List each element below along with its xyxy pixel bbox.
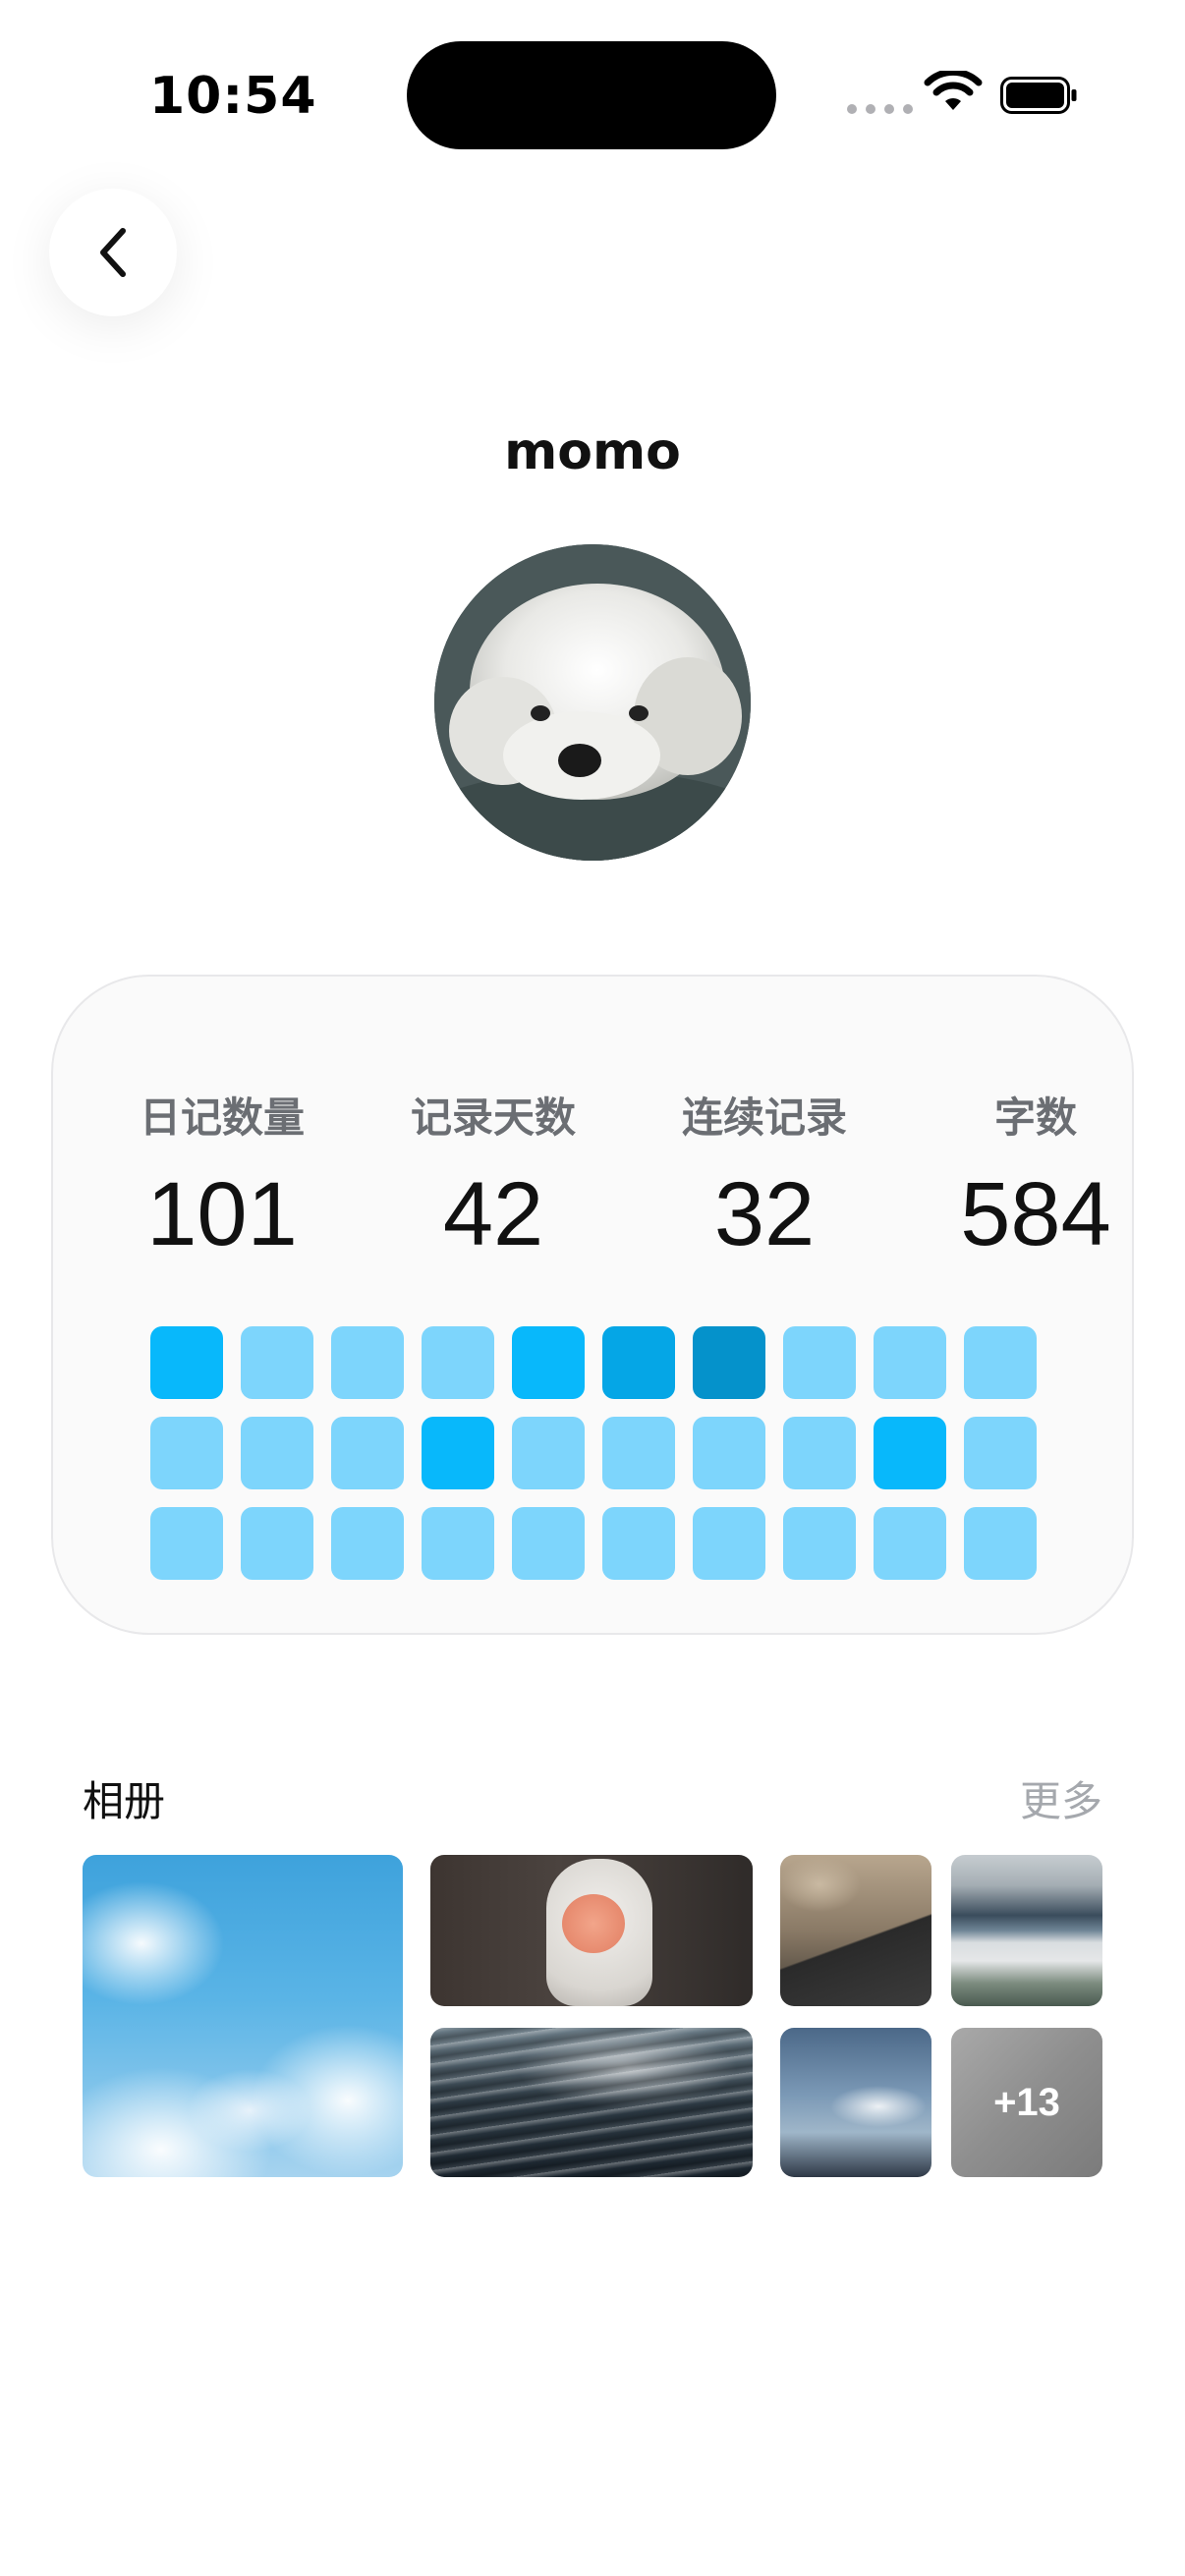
status-time: 10:54 <box>149 67 317 126</box>
activity-cell[interactable] <box>150 1417 223 1489</box>
activity-cell[interactable] <box>241 1417 313 1489</box>
wifi-icon <box>924 71 983 110</box>
activity-cell[interactable] <box>874 1507 946 1580</box>
album-more-photos-tile[interactable]: +13 <box>951 2028 1102 2177</box>
activity-cell[interactable] <box>602 1417 675 1489</box>
puppy-photo <box>434 544 751 861</box>
album-more-link[interactable]: 更多 <box>1020 1768 1102 1828</box>
stat-value: 32 <box>713 1164 816 1264</box>
activity-cell[interactable] <box>602 1326 675 1399</box>
activity-cell[interactable] <box>964 1417 1037 1489</box>
album-photo-laptop[interactable] <box>780 1855 931 2006</box>
activity-cell[interactable] <box>874 1326 946 1399</box>
activity-grid <box>150 1326 1037 1580</box>
stat-value: 42 <box>442 1164 544 1264</box>
activity-cell[interactable] <box>241 1326 313 1399</box>
activity-cell[interactable] <box>964 1326 1037 1399</box>
activity-cell[interactable] <box>783 1417 856 1489</box>
back-button[interactable] <box>49 189 177 316</box>
activity-cell[interactable] <box>693 1326 765 1399</box>
activity-cell[interactable] <box>783 1507 856 1580</box>
album-photo-water[interactable] <box>430 2028 753 2177</box>
activity-cell[interactable] <box>331 1417 404 1489</box>
stat-value: 101 <box>146 1164 298 1264</box>
album-photo-plush-toy[interactable] <box>430 1855 753 2006</box>
activity-cell[interactable] <box>241 1507 313 1580</box>
activity-cell[interactable] <box>331 1326 404 1399</box>
activity-cell[interactable] <box>150 1507 223 1580</box>
cellular-signal-icon <box>847 104 913 114</box>
activity-cell[interactable] <box>512 1417 585 1489</box>
activity-cell[interactable] <box>783 1326 856 1399</box>
stat-value: 584 <box>960 1164 1111 1264</box>
dynamic-island <box>407 41 776 149</box>
activity-cell[interactable] <box>331 1507 404 1580</box>
activity-cell[interactable] <box>512 1326 585 1399</box>
page-title: momo <box>504 422 681 481</box>
activity-cell[interactable] <box>602 1507 675 1580</box>
album-title: 相册 <box>83 1777 166 1825</box>
stats-card: 日记数量 101 记录天数 42 连续记录 32 字数 584 <box>51 975 1134 1635</box>
plush-toy-face <box>562 1894 625 1953</box>
avatar[interactable] <box>434 544 751 861</box>
album-photo-sky[interactable] <box>780 2028 931 2177</box>
stat-label: 字数 <box>993 1093 1077 1142</box>
activity-cell[interactable] <box>693 1507 765 1580</box>
battery-icon <box>1000 77 1077 114</box>
activity-cell[interactable] <box>422 1417 494 1489</box>
chevron-left-icon <box>100 228 126 277</box>
more-photos-count: +13 <box>993 2080 1060 2124</box>
stat-label: 日记数量 <box>139 1093 305 1142</box>
album-photo-lake[interactable] <box>951 1855 1102 2006</box>
activity-cell[interactable] <box>512 1507 585 1580</box>
stat-label: 连续记录 <box>681 1093 847 1142</box>
activity-cell[interactable] <box>874 1417 946 1489</box>
activity-cell[interactable] <box>150 1326 223 1399</box>
activity-cell[interactable] <box>964 1507 1037 1580</box>
album-photo-clouds[interactable] <box>83 1855 403 2177</box>
profile-screen: 10:54 momo 日记数量 101 记录天数 42 连续记录 32 字数 5… <box>0 0 1185 2576</box>
activity-cell[interactable] <box>422 1507 494 1580</box>
activity-cell[interactable] <box>693 1417 765 1489</box>
stat-label: 记录天数 <box>410 1093 576 1142</box>
activity-cell[interactable] <box>422 1326 494 1399</box>
